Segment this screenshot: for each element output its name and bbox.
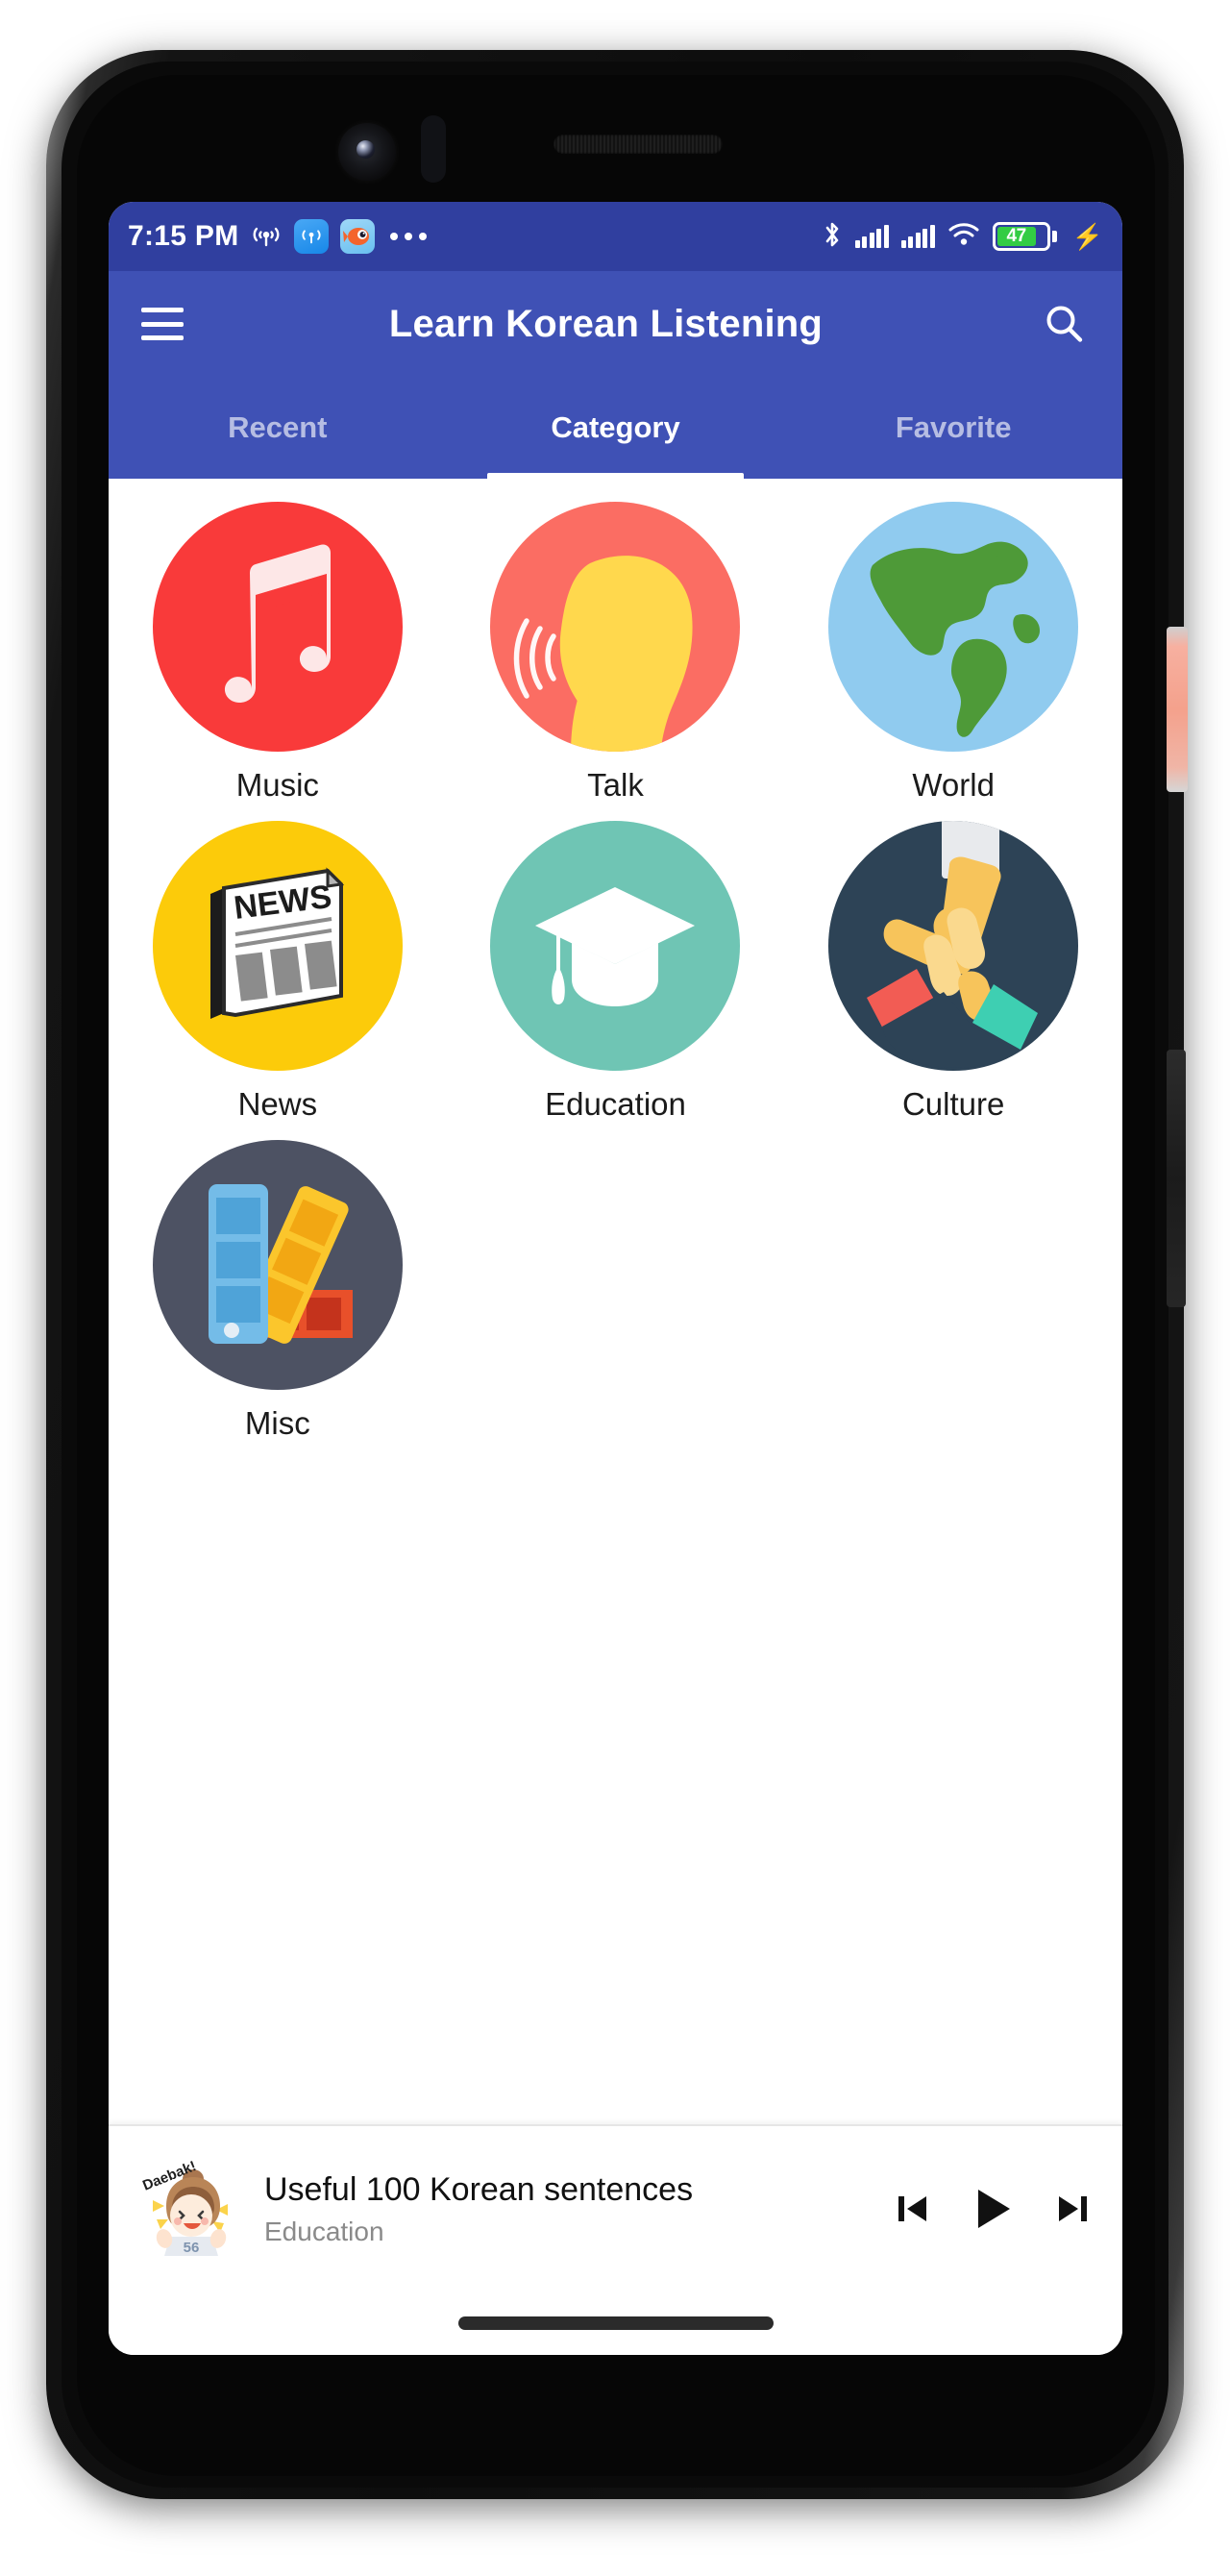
category-grid: Music Talk World NEWS News Education Cul… xyxy=(109,502,1122,1442)
page-title: Learn Korean Listening xyxy=(388,302,824,345)
cast-icon xyxy=(250,222,283,251)
earpiece-speaker xyxy=(554,135,723,154)
category-label: Talk xyxy=(587,767,644,803)
tab-bar: Recent Category Favorite xyxy=(109,377,1122,479)
fish-app-notification-icon xyxy=(340,219,376,254)
joined-hands-icon xyxy=(828,821,1079,1071)
daebak-character-thumbnail: 56 Daebak! xyxy=(137,2156,243,2262)
status-bar-left: 7:15 PM xyxy=(128,219,428,254)
graduation-cap-icon xyxy=(490,821,741,1071)
tab-favorite[interactable]: Favorite xyxy=(784,377,1122,479)
category-label: Misc xyxy=(244,1405,310,1441)
music-note-icon xyxy=(152,502,403,752)
signal-sim2-icon xyxy=(900,225,935,248)
category-item-music[interactable]: Music xyxy=(109,502,447,804)
wifi-icon xyxy=(947,221,980,253)
speaking-head-icon xyxy=(490,502,741,752)
player-track-meta: Useful 100 Korean sentences Education xyxy=(264,2171,876,2247)
category-item-news[interactable]: NEWS News xyxy=(109,821,447,1123)
volume-rocker-button[interactable] xyxy=(1167,1050,1186,1307)
newspaper-icon: NEWS xyxy=(152,821,403,1071)
bluetooth-icon xyxy=(822,220,843,254)
category-label: World xyxy=(912,767,995,803)
category-grid-container: Music Talk World NEWS News Education Cul… xyxy=(109,479,1122,2220)
hotspot-notification-icon xyxy=(294,219,330,254)
search-icon[interactable] xyxy=(1038,298,1090,350)
category-label: News xyxy=(237,1086,318,1122)
player-track-subtitle: Education xyxy=(264,2216,384,2246)
signal-sim1-icon xyxy=(854,225,889,248)
mini-player-bar[interactable]: 56 Daebak! Useful 100 Korean sentences E… xyxy=(109,2124,1122,2291)
more-notifications-dots xyxy=(390,233,428,240)
svg-text:56: 56 xyxy=(184,2240,200,2256)
category-label: Culture xyxy=(901,1086,1005,1122)
tab-recent-label: Recent xyxy=(228,410,328,444)
home-gesture-pill[interactable] xyxy=(457,2316,774,2330)
battery-icon: 47 xyxy=(992,222,1057,251)
tab-recent[interactable]: Recent xyxy=(109,377,447,479)
system-navigation-bar xyxy=(109,2291,1122,2355)
category-item-world[interactable]: World xyxy=(784,502,1122,804)
power-button[interactable] xyxy=(1167,627,1188,792)
screenshot-root: 7:15 PM 47 ⚡ Learn Korean Listening Rece… xyxy=(0,0,1230,2576)
play-button[interactable] xyxy=(967,2183,1019,2235)
category-item-misc[interactable]: Misc xyxy=(109,1140,447,1442)
phone-screen: 7:15 PM 47 ⚡ Learn Korean Listening Rece… xyxy=(109,202,1122,2355)
status-bar-clock: 7:15 PM xyxy=(128,220,239,252)
category-label: Music xyxy=(235,767,319,803)
player-controls xyxy=(892,2183,1094,2235)
player-track-title: Useful 100 Korean sentences xyxy=(264,2170,694,2208)
category-label: Education xyxy=(545,1086,686,1122)
tab-category[interactable]: Category xyxy=(447,377,785,479)
charging-bolt-icon: ⚡ xyxy=(1071,222,1103,251)
proximity-sensor-icon xyxy=(421,115,446,183)
app-bar: Learn Korean Listening xyxy=(109,271,1122,377)
battery-percent-label: 47 xyxy=(1006,226,1027,246)
color-swatches-icon xyxy=(152,1140,403,1390)
tab-category-label: Category xyxy=(551,410,680,444)
front-camera-icon xyxy=(338,123,396,181)
category-item-talk[interactable]: Talk xyxy=(447,502,785,804)
tab-favorite-label: Favorite xyxy=(895,410,1012,444)
status-bar: 7:15 PM 47 ⚡ xyxy=(109,202,1122,271)
next-track-button[interactable] xyxy=(1051,2188,1094,2230)
previous-track-button[interactable] xyxy=(892,2188,934,2230)
globe-icon xyxy=(828,502,1079,752)
status-bar-right: 47 ⚡ xyxy=(822,220,1103,254)
category-item-culture[interactable]: Culture xyxy=(784,821,1122,1123)
category-item-education[interactable]: Education xyxy=(447,821,785,1123)
